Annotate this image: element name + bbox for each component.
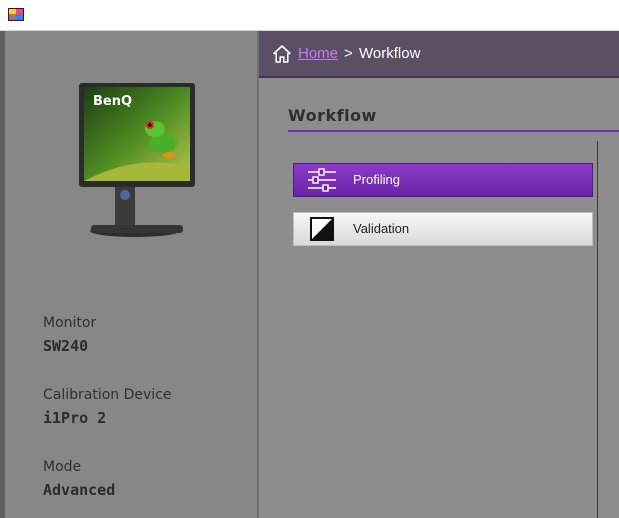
- mode-label: Mode: [43, 459, 82, 475]
- home-icon[interactable]: [273, 45, 291, 63]
- sliders-icon: [308, 168, 336, 192]
- contrast-square-icon: [310, 217, 334, 241]
- profiling-button[interactable]: Profiling: [293, 163, 593, 197]
- monitor-label: Monitor: [43, 315, 97, 331]
- device-info-panel: BenQ Monitor SW240 Calibration Device i1…: [0, 31, 257, 518]
- section-underline: [288, 130, 619, 132]
- brand-logo: BenQ: [93, 94, 132, 109]
- app-window: BenQ Monitor SW240 Calibration Device i1…: [0, 0, 619, 518]
- app-icon: [8, 8, 24, 21]
- section-title: Workflow: [288, 106, 377, 125]
- monitor-value: SW240: [43, 337, 89, 355]
- breadcrumb-home-link[interactable]: Home: [298, 45, 338, 62]
- mode-value: Advanced: [43, 481, 116, 499]
- title-bar: [0, 0, 619, 31]
- validation-button[interactable]: Validation: [293, 212, 593, 246]
- calibration-device-label: Calibration Device: [43, 387, 172, 403]
- workflow-panel: Home > Workflow Workflow Profiling Valid…: [259, 31, 619, 518]
- breadcrumb: Home > Workflow: [259, 31, 619, 78]
- content-divider: [597, 141, 598, 518]
- breadcrumb-current: Workflow: [359, 45, 421, 62]
- profiling-label: Profiling: [353, 172, 400, 187]
- validation-label: Validation: [353, 221, 410, 236]
- breadcrumb-separator: >: [344, 45, 353, 62]
- calibration-device-value: i1Pro 2: [43, 409, 107, 427]
- monitor-image: BenQ: [79, 83, 195, 237]
